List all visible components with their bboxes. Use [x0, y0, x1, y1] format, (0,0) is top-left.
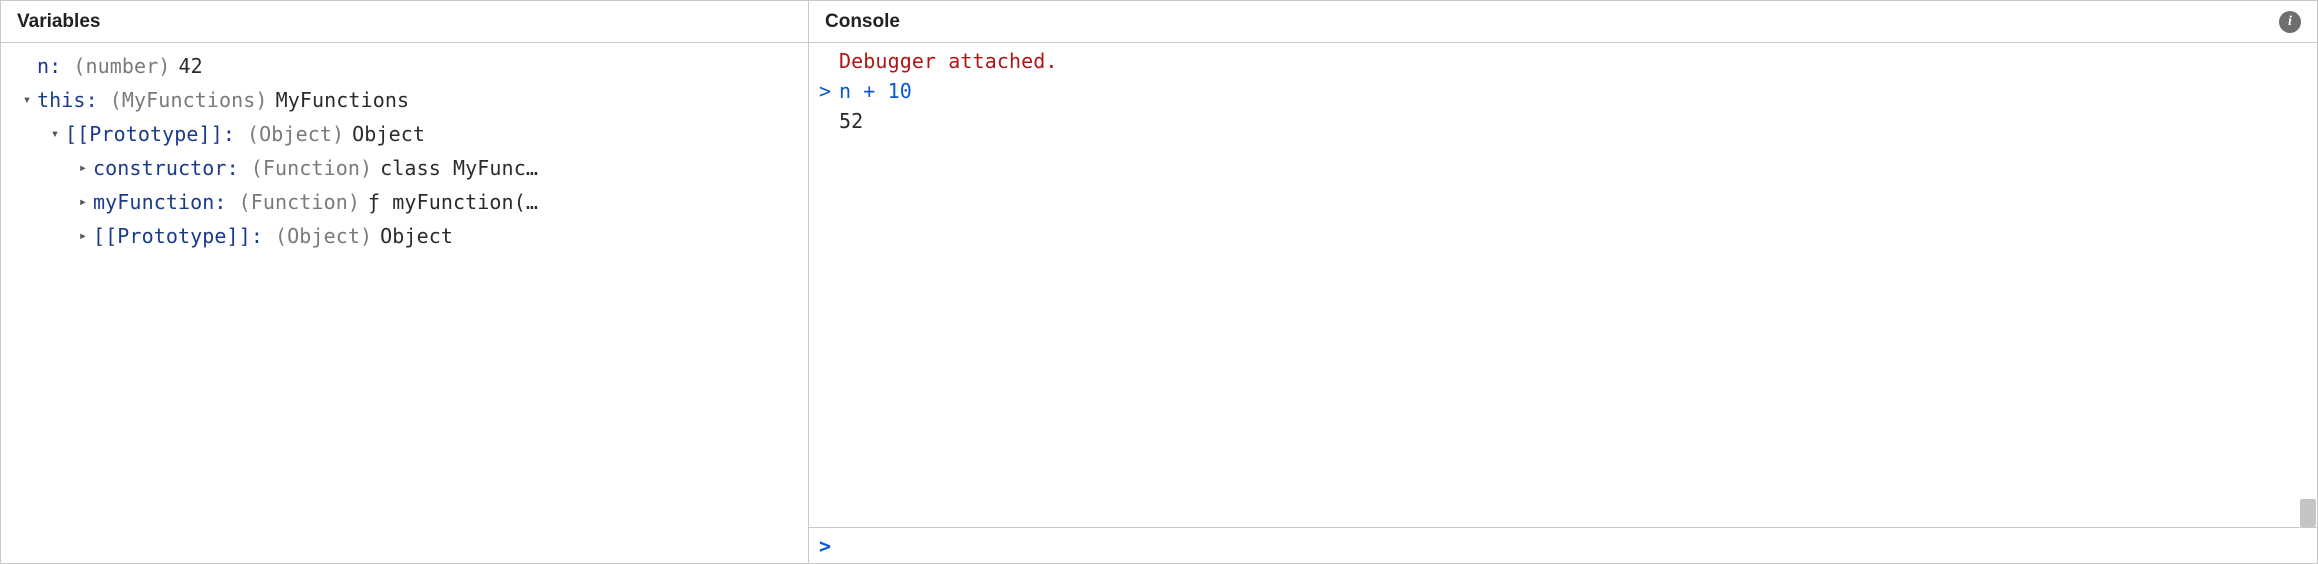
variable-type: (Object) — [247, 122, 344, 146]
scrollbar-thumb[interactable] — [2300, 499, 2316, 527]
debugger-root: Variables n:(number)42▾this:(MyFunctions… — [0, 0, 2318, 564]
console-input[interactable] — [839, 532, 2307, 560]
colon: : — [49, 54, 61, 78]
console-line: >n + 10 — [819, 79, 2307, 109]
console-input-echo: n + 10 — [839, 79, 912, 103]
variable-row[interactable]: ▸[[Prototype]]: (Object) Object — [67, 219, 798, 253]
variable-type: (Object) — [275, 224, 372, 248]
console-line: 52 — [819, 109, 2307, 139]
variable-type: (Function) — [251, 156, 372, 180]
variable-row[interactable]: ▸constructor: (Function) class MyFunc… — [67, 151, 798, 185]
colon: : — [251, 224, 263, 248]
console-output-value: 52 — [839, 109, 863, 133]
variable-content: [[Prototype]]: (Object) Object — [65, 122, 798, 146]
variable-row[interactable]: ▾[[Prototype]]: (Object) Object — [39, 117, 798, 151]
console-panel-header: Console i — [809, 1, 2317, 43]
colon: : — [214, 190, 226, 214]
variable-value: ƒ myFunction(… — [368, 190, 538, 214]
colon: : — [227, 156, 239, 180]
variable-type: (Function) — [239, 190, 360, 214]
variables-panel-header: Variables — [1, 1, 808, 43]
variable-key: [[Prototype]] — [65, 122, 223, 146]
variable-row[interactable]: n: (number) 42 — [11, 49, 798, 83]
variable-type: (number) — [73, 54, 170, 78]
info-icon[interactable]: i — [2279, 11, 2301, 33]
variable-value: Object — [352, 122, 425, 146]
variable-content: myFunction: (Function) ƒ myFunction(… — [93, 190, 798, 214]
prompt-icon: > — [819, 534, 839, 558]
variables-panel: Variables n:(number)42▾this:(MyFunctions… — [0, 0, 808, 564]
console-line: Debugger attached. — [819, 49, 2307, 79]
console-panel-title: Console — [825, 11, 900, 33]
variable-content: n: (number) 42 — [37, 54, 798, 78]
variable-key: myFunction — [93, 190, 214, 214]
console-output: Debugger attached.>n + 1052 — [809, 43, 2317, 563]
variable-value: 42 — [178, 54, 202, 78]
variable-row[interactable]: ▸myFunction: (Function) ƒ myFunction(… — [67, 185, 798, 219]
console-system-message: Debugger attached. — [839, 49, 1058, 73]
variable-value: Object — [380, 224, 453, 248]
variable-content: [[Prototype]]: (Object) Object — [93, 224, 798, 248]
variables-panel-title: Variables — [17, 11, 100, 33]
variable-content: constructor: (Function) class MyFunc… — [93, 156, 798, 180]
variable-content: this: (MyFunctions) MyFunctions — [37, 88, 798, 112]
console-input-row: > — [809, 527, 2317, 563]
colon: : — [223, 122, 235, 146]
variable-key: n — [37, 54, 49, 78]
variable-type: (MyFunctions) — [110, 88, 268, 112]
variable-value: class MyFunc… — [380, 156, 538, 180]
chevron-down-icon[interactable]: ▾ — [17, 92, 37, 108]
console-gutter: > — [819, 79, 839, 103]
chevron-right-icon[interactable]: ▸ — [73, 194, 93, 210]
console-panel: Console i Debugger attached.>n + 1052 > — [808, 0, 2318, 564]
chevron-down-icon[interactable]: ▾ — [45, 126, 65, 142]
variable-key: [[Prototype]] — [93, 224, 251, 248]
variable-value: MyFunctions — [276, 88, 410, 112]
variable-row[interactable]: ▾this: (MyFunctions) MyFunctions — [11, 83, 798, 117]
variable-key: constructor — [93, 156, 227, 180]
chevron-right-icon[interactable]: ▸ — [73, 160, 93, 176]
variables-tree: n:(number)42▾this:(MyFunctions)MyFunctio… — [1, 43, 808, 263]
variable-key: this — [37, 88, 86, 112]
chevron-right-icon[interactable]: ▸ — [73, 228, 93, 244]
colon: : — [86, 88, 98, 112]
